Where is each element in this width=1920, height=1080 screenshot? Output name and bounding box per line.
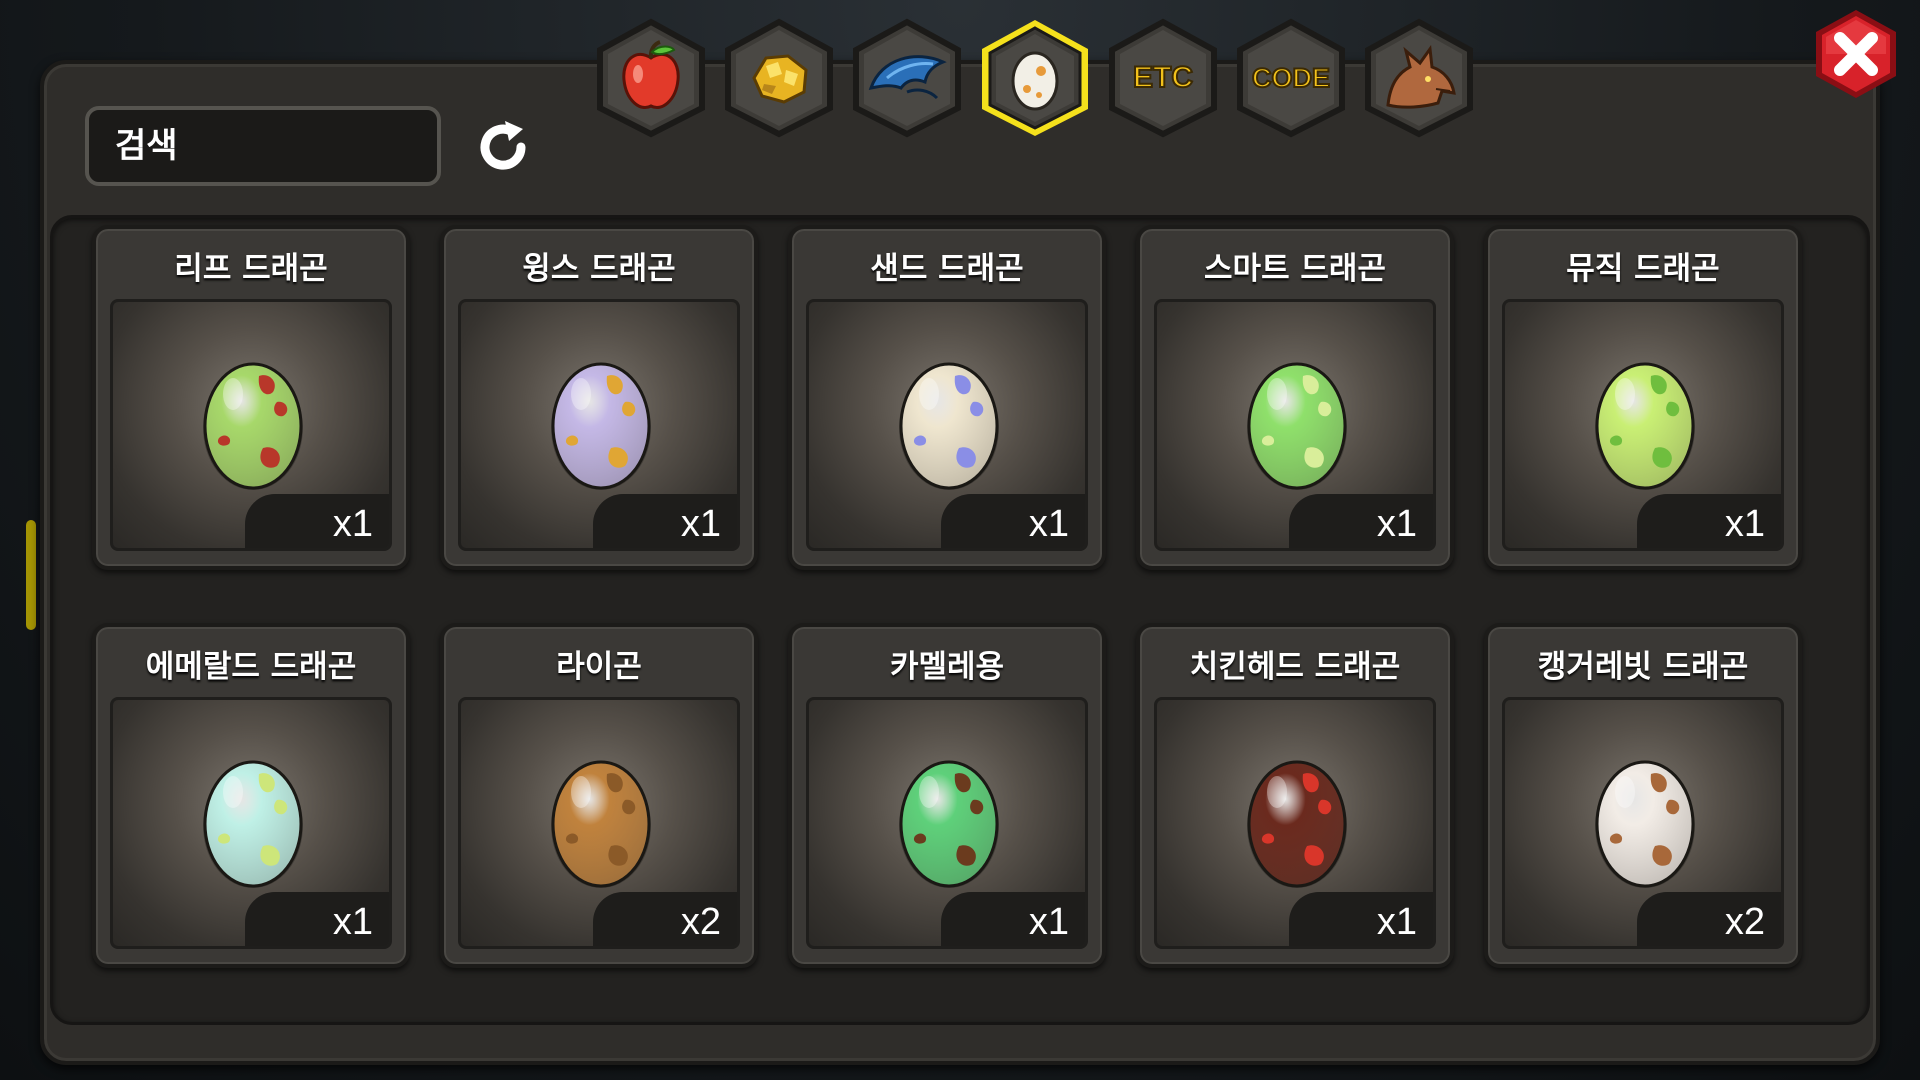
close-button[interactable] bbox=[1808, 6, 1904, 102]
item-count-badge: x1 bbox=[1289, 892, 1433, 946]
item-name: 윙스 드래곤 bbox=[522, 251, 676, 287]
item-count-badge: x2 bbox=[1637, 892, 1781, 946]
item-image-frame: x1 bbox=[1154, 697, 1436, 949]
item-count: x1 bbox=[1376, 502, 1417, 545]
item-card[interactable]: 샌드 드래곤 x1 bbox=[788, 225, 1106, 570]
item-card[interactable]: 캥거레빗 드래곤 x2 bbox=[1484, 623, 1802, 968]
apple-icon bbox=[622, 40, 680, 109]
item-card[interactable]: 리프 드래곤 x1 bbox=[92, 225, 410, 570]
item-name: 캥거레빗 드래곤 bbox=[1537, 649, 1749, 685]
item-image-frame: x1 bbox=[806, 299, 1088, 551]
dragon-wing-icon bbox=[868, 55, 947, 100]
dragon-egg-icon bbox=[1247, 362, 1347, 490]
item-count: x2 bbox=[1724, 900, 1765, 943]
item-name: 리프 드래곤 bbox=[174, 251, 328, 287]
item-image-frame: x2 bbox=[458, 697, 740, 949]
dragon-egg-icon bbox=[899, 760, 999, 888]
tab-fruit[interactable] bbox=[592, 18, 710, 138]
item-image-frame: x1 bbox=[806, 697, 1088, 949]
dragon-egg-icon bbox=[203, 760, 303, 888]
dragon-egg-icon bbox=[1595, 760, 1695, 888]
item-count-badge: x1 bbox=[245, 892, 389, 946]
item-image-frame: x1 bbox=[458, 299, 740, 551]
item-image-frame: x1 bbox=[110, 299, 392, 551]
item-image-frame: x2 bbox=[1502, 697, 1784, 949]
item-count: x1 bbox=[1724, 502, 1765, 545]
dragon-egg-icon bbox=[1247, 760, 1347, 888]
item-card[interactable]: 치킨헤드 드래곤 x1 bbox=[1136, 623, 1454, 968]
item-image-frame: x1 bbox=[1154, 299, 1436, 551]
item-name: 에메랄드 드래곤 bbox=[145, 649, 357, 685]
dragon-egg-icon bbox=[551, 362, 651, 490]
dragon-egg-icon bbox=[1595, 362, 1695, 490]
item-count-badge: x1 bbox=[1289, 494, 1433, 548]
item-count-badge: x1 bbox=[1637, 494, 1781, 548]
item-count: x1 bbox=[1376, 900, 1417, 943]
item-image-frame: x1 bbox=[110, 697, 392, 949]
item-count: x1 bbox=[1028, 900, 1069, 943]
tab-code[interactable]: CODE bbox=[1232, 18, 1350, 138]
close-icon bbox=[1816, 10, 1896, 98]
category-tabs: ETC CODE bbox=[592, 18, 1492, 138]
refresh-icon bbox=[480, 121, 526, 170]
item-card[interactable]: 카멜레용 x1 bbox=[788, 623, 1106, 968]
item-count: x1 bbox=[680, 502, 721, 545]
item-name: 카멜레용 bbox=[889, 649, 1005, 685]
item-count-badge: x1 bbox=[941, 494, 1085, 548]
dragon-egg-icon bbox=[203, 362, 303, 490]
search-box[interactable] bbox=[85, 106, 589, 186]
item-card[interactable]: 뮤직 드래곤 x1 bbox=[1484, 225, 1802, 570]
item-count: x2 bbox=[680, 900, 721, 943]
tab-egg[interactable] bbox=[976, 18, 1094, 138]
tab-code-label: CODE bbox=[1251, 62, 1331, 94]
item-count-badge: x1 bbox=[245, 494, 389, 548]
item-name: 샌드 드래곤 bbox=[870, 251, 1024, 287]
item-count-badge: x1 bbox=[593, 494, 737, 548]
item-name: 뮤직 드래곤 bbox=[1566, 251, 1720, 287]
dragon-head-icon bbox=[1386, 45, 1456, 109]
background-highlight bbox=[26, 520, 36, 630]
item-count-badge: x2 bbox=[593, 892, 737, 946]
item-name: 치킨헤드 드래곤 bbox=[1189, 649, 1401, 685]
item-card[interactable]: 라이곤 x2 bbox=[440, 623, 758, 968]
dragon-egg-icon bbox=[899, 362, 999, 490]
item-image-frame: x1 bbox=[1502, 299, 1784, 551]
item-count: x1 bbox=[332, 502, 373, 545]
item-count-badge: x1 bbox=[941, 892, 1085, 946]
item-card[interactable]: 에메랄드 드래곤 x1 bbox=[92, 623, 410, 968]
item-name: 스마트 드래곤 bbox=[1204, 251, 1386, 287]
refresh-button[interactable] bbox=[468, 112, 538, 182]
item-grid: 리프 드래곤 x1 윙스 드래곤 x1 샌드 드래곤 x1 스마트 드래곤 x1 뮤직 드래곤 x… bbox=[92, 225, 1812, 975]
tab-etc[interactable]: ETC bbox=[1104, 18, 1222, 138]
tab-wing[interactable] bbox=[848, 18, 966, 138]
tab-etc-label: ETC bbox=[1132, 60, 1194, 95]
item-count: x1 bbox=[332, 900, 373, 943]
egg-icon bbox=[1011, 51, 1059, 111]
item-count: x1 bbox=[1028, 502, 1069, 545]
tab-gold[interactable] bbox=[720, 18, 838, 138]
dragon-egg-icon bbox=[551, 760, 651, 888]
tab-dragon[interactable] bbox=[1360, 18, 1478, 138]
item-card[interactable]: 윙스 드래곤 x1 bbox=[440, 225, 758, 570]
item-card[interactable]: 스마트 드래곤 x1 bbox=[1136, 225, 1454, 570]
gold-ore-icon bbox=[752, 54, 808, 104]
item-name: 라이곤 bbox=[556, 649, 642, 685]
